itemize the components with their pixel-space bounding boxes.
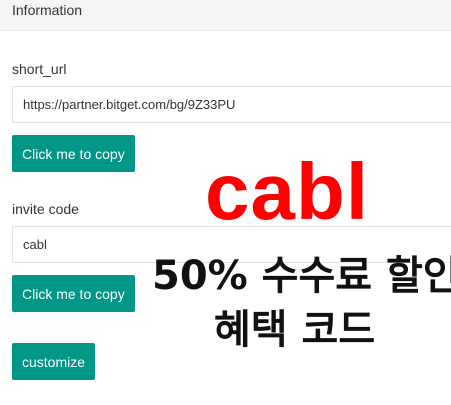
panel-title: Information (12, 2, 83, 18)
customize-button[interactable]: customize (12, 343, 96, 380)
copy-short-url-button[interactable]: Click me to copy (12, 135, 135, 172)
invite-code-label: invite code (12, 201, 79, 217)
promo-benefit-text: 혜택 코드 (214, 307, 376, 353)
promo-discount-text: 50% 수수료 할인 (152, 253, 451, 299)
page: Information short_url Click me to copy i… (0, 0, 451, 405)
copy-invite-code-button[interactable]: Click me to copy (12, 275, 135, 312)
short-url-input[interactable] (12, 86, 451, 123)
promo-code-overlay: cabl (205, 147, 370, 236)
short-url-label: short_url (12, 61, 67, 77)
panel-header: Information (0, 0, 451, 31)
